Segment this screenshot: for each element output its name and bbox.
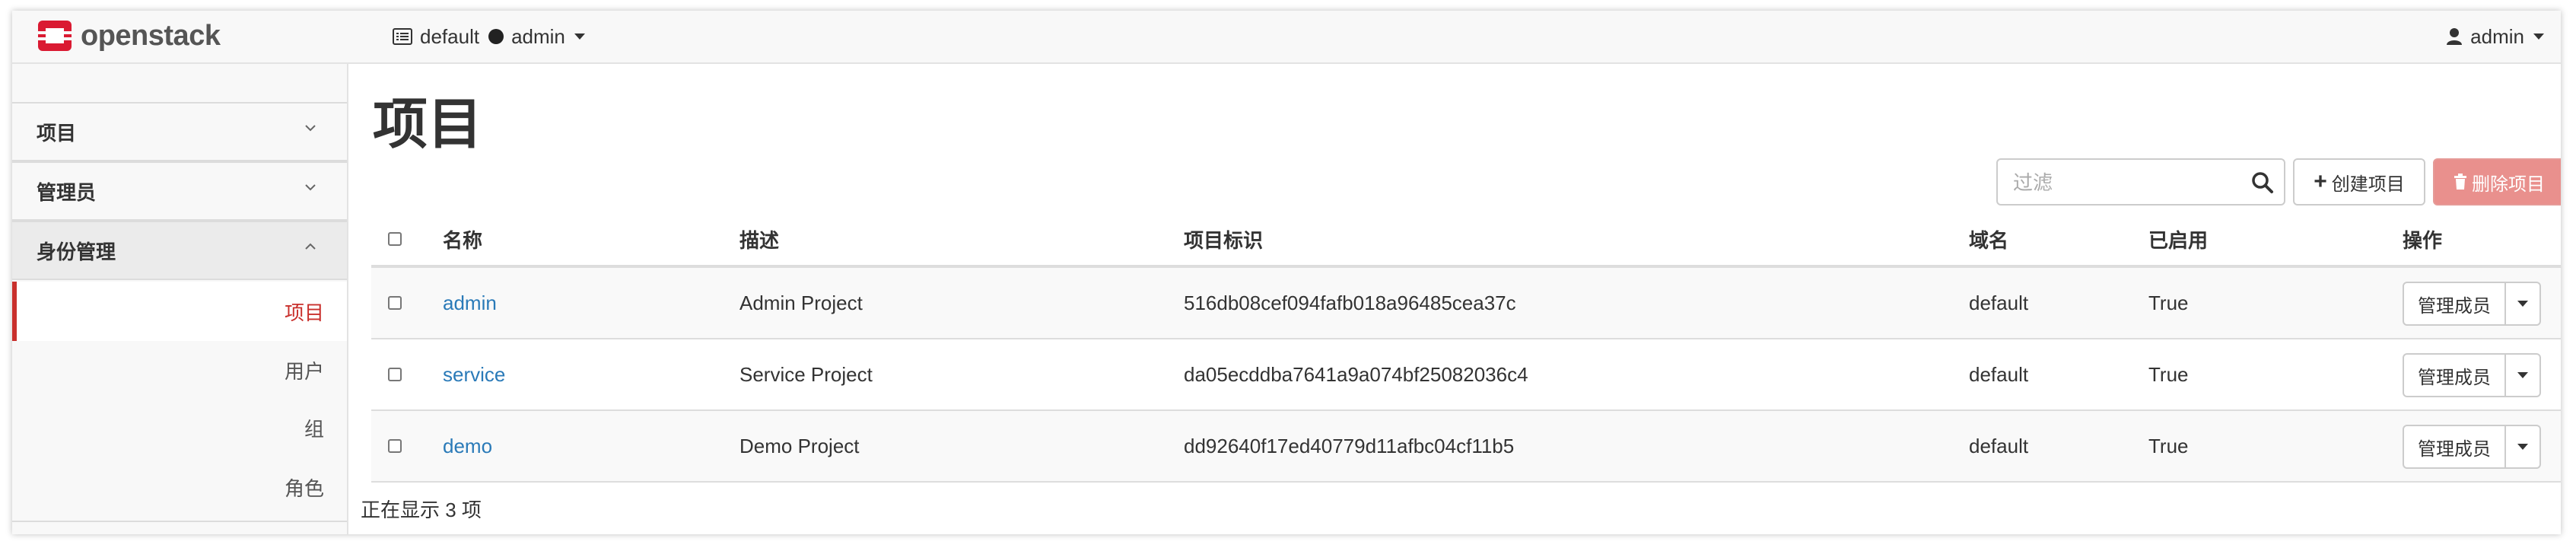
sidebar-divider — [12, 521, 347, 522]
project-enabled: True — [2148, 362, 2189, 386]
caret-down-icon — [574, 33, 585, 40]
row-actions: 管理成员 — [2403, 425, 2541, 469]
row-actions-dropdown[interactable] — [2506, 425, 2541, 469]
brand-name: openstack — [81, 19, 221, 52]
create-project-button[interactable]: + 创建项目 — [2293, 158, 2425, 206]
column-header-name[interactable]: 名称 — [443, 213, 482, 265]
sidebar-section-project[interactable]: 项目 — [12, 102, 347, 161]
create-project-label: 创建项目 — [2331, 174, 2405, 195]
plus-icon: + — [2314, 169, 2327, 194]
row-actions: 管理成员 — [2403, 353, 2541, 397]
column-header-description[interactable]: 描述 — [739, 213, 779, 265]
sidebar-section-identity[interactable]: 身份管理 — [12, 221, 347, 280]
row-select-cell — [388, 411, 402, 481]
project-domain: default — [1969, 291, 2029, 314]
project-description: Demo Project — [739, 434, 860, 457]
search-icon[interactable] — [2250, 170, 2275, 195]
caret-down-icon — [2517, 301, 2528, 307]
project-domain: default — [1969, 434, 2029, 457]
sidebar-section-label: 身份管理 — [37, 240, 116, 263]
caret-down-icon — [2517, 444, 2528, 450]
chevron-down-icon — [305, 184, 316, 191]
page-title: 项目 — [373, 94, 483, 155]
sidebar-item-roles[interactable]: 角色 — [12, 460, 347, 515]
sidebar-section-label: 管理员 — [37, 180, 97, 204]
sidebar-item-groups[interactable]: 组 — [12, 400, 347, 455]
trash-icon — [2454, 174, 2466, 190]
row-checkbox[interactable] — [388, 296, 402, 310]
table-row: demo Demo Project dd92640f17ed40779d11af… — [371, 411, 2561, 483]
delete-project-label: 删除项目 — [2472, 174, 2545, 195]
row-actions: 管理成员 — [2403, 282, 2541, 326]
row-checkbox[interactable] — [388, 368, 402, 381]
sidebar-section-label: 项目 — [37, 121, 77, 145]
table-row: service Service Project da05ecddba7641a9… — [371, 339, 2561, 411]
project-domain: default — [1969, 362, 2029, 386]
delete-project-button[interactable]: 删除项目 — [2433, 158, 2561, 206]
project-enabled: True — [2148, 434, 2189, 457]
select-all-cell — [388, 213, 402, 265]
sidebar-item-projects[interactable]: 项目 — [12, 282, 347, 341]
top-navbar: openstack default admin admin — [12, 11, 2561, 64]
user-icon — [2447, 28, 2463, 45]
project-name-link[interactable]: service — [443, 339, 505, 409]
sidebar-item-label: 项目 — [284, 301, 324, 324]
row-actions-dropdown[interactable] — [2506, 282, 2541, 326]
main-content: 项目 + 创建项目 删除项目 名称 — [348, 64, 2561, 534]
sidebar-item-label: 用户 — [284, 359, 324, 383]
chevron-down-icon — [305, 125, 316, 132]
column-header-enabled[interactable]: 已启用 — [2148, 213, 2208, 265]
sidebar-section-admin[interactable]: 管理员 — [12, 161, 347, 221]
project-description: Admin Project — [739, 291, 863, 314]
brand[interactable]: openstack — [37, 17, 221, 55]
project-description: Service Project — [739, 362, 873, 386]
manage-members-button[interactable]: 管理成员 — [2403, 425, 2506, 469]
user-menu[interactable]: admin — [2446, 21, 2544, 52]
table-row: admin Admin Project 516db08cef094fafb018… — [371, 268, 2561, 339]
filter-field — [1996, 158, 2285, 206]
column-header-project-id[interactable]: 项目标识 — [1184, 213, 1263, 265]
column-header-actions: 操作 — [2403, 228, 2443, 252]
select-all-checkbox[interactable] — [388, 232, 402, 246]
manage-members-button[interactable]: 管理成员 — [2403, 353, 2506, 397]
caret-down-icon — [2533, 33, 2544, 40]
context-domain: default — [420, 24, 480, 48]
project-enabled: True — [2148, 291, 2189, 314]
browser-frame: openstack default admin admin 项目 管理员 身份管… — [12, 11, 2561, 534]
row-select-cell — [388, 268, 402, 338]
sidebar: 项目 管理员 身份管理 项目 用户 组 角色 — [12, 64, 348, 534]
column-header-domain[interactable]: 域名 — [1969, 213, 2008, 265]
manage-members-button[interactable]: 管理成员 — [2403, 282, 2506, 326]
row-actions-dropdown[interactable] — [2506, 353, 2541, 397]
sidebar-item-label: 角色 — [284, 476, 324, 500]
project-name-link[interactable]: demo — [443, 411, 492, 481]
caret-down-icon — [2517, 372, 2528, 378]
project-name-link[interactable]: admin — [443, 268, 497, 338]
filter-input[interactable] — [2012, 166, 2243, 199]
chevron-up-icon — [305, 243, 316, 250]
project-context-menu[interactable]: default admin — [393, 21, 585, 52]
context-project: admin — [511, 24, 565, 48]
sidebar-item-users[interactable]: 用户 — [12, 342, 347, 397]
item-count: 正在显示 3 项 — [361, 499, 482, 521]
row-select-cell — [388, 339, 402, 409]
user-name: admin — [2470, 24, 2524, 48]
project-id: 516db08cef094fafb018a96485cea37c — [1184, 291, 1516, 314]
row-checkbox[interactable] — [388, 439, 402, 453]
openstack-logo-icon — [38, 21, 72, 51]
separator-dot-icon — [488, 29, 504, 44]
project-id: da05ecddba7641a9a074bf25082036c4 — [1184, 362, 1528, 386]
project-id: dd92640f17ed40779d11afbc04cf11b5 — [1184, 434, 1515, 457]
sidebar-item-label: 组 — [304, 417, 324, 441]
list-icon — [393, 28, 412, 45]
table-header-row: 名称 描述 项目标识 域名 已启用 操作 — [371, 213, 2561, 268]
